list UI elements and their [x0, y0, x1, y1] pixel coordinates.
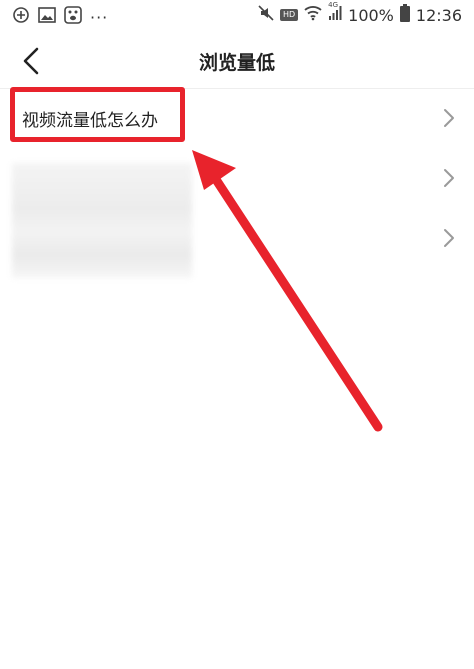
page-title: 浏览量低: [198, 52, 275, 74]
nav-bar: 浏览量低: [0, 30, 474, 89]
highlight-box: [10, 87, 185, 142]
chevron-right-icon: [444, 229, 454, 247]
more-notifications-icon: ···: [90, 7, 109, 27]
status-bar: ··· HD 4G 100% 12:36: [0, 0, 474, 30]
mute-icon: [258, 5, 274, 25]
wifi-icon: [304, 5, 322, 25]
image-icon: [38, 7, 56, 27]
hd-badge: HD: [279, 9, 299, 21]
clock: 12:36: [415, 5, 462, 25]
status-left: ···: [12, 6, 108, 28]
cloud-sync-icon: [12, 6, 30, 28]
signal-icon: 4G: [328, 1, 342, 25]
chevron-right-icon: [444, 109, 454, 127]
chevron-right-icon: [444, 169, 454, 187]
status-right: HD 4G 100% 12:36: [258, 1, 462, 26]
battery-icon: [399, 4, 410, 26]
redacted-region: [12, 163, 192, 278]
paw-icon: [64, 6, 82, 28]
network-type-label: 4G: [328, 1, 339, 9]
battery-percent: 100%: [348, 5, 394, 25]
